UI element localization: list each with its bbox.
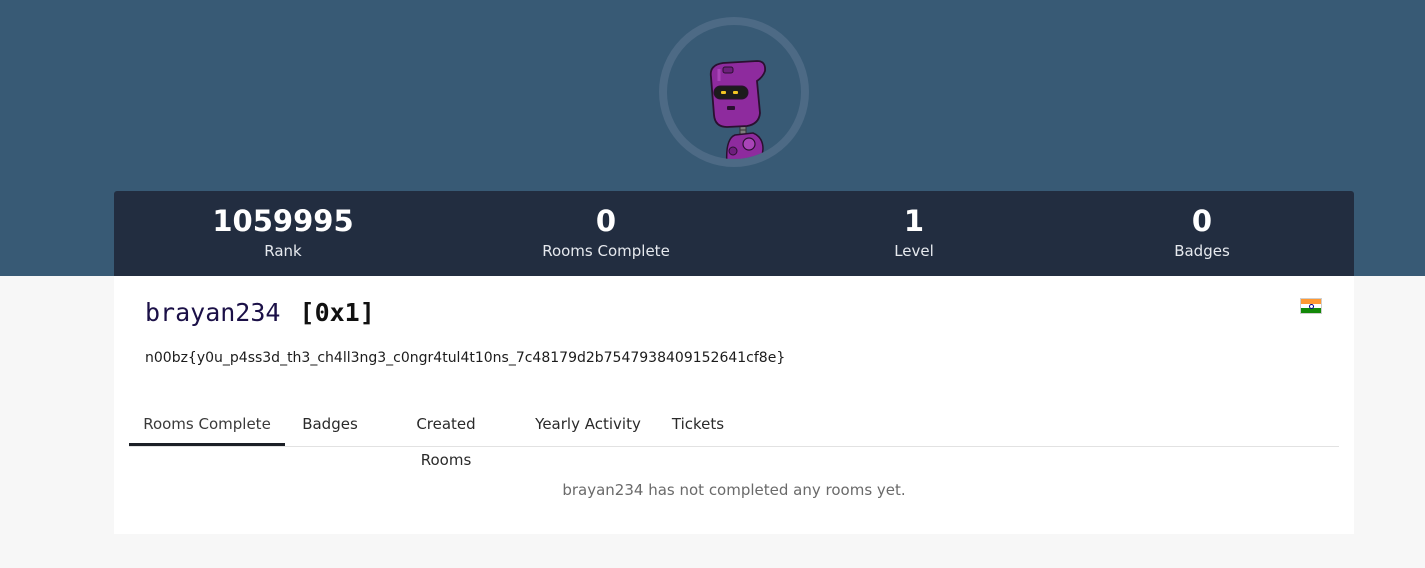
tab-badges[interactable]: Badges — [302, 406, 358, 446]
tab-tickets[interactable]: Tickets — [671, 406, 725, 446]
profile-header-banner: 1059995 Rank 0 Rooms Complete 1 Level 0 … — [0, 0, 1425, 276]
stat-badges-value: 0 — [1191, 204, 1213, 238]
stat-badges: 0 Badges — [1052, 191, 1352, 276]
tab-created-rooms[interactable]: Created Rooms — [389, 406, 503, 469]
stat-rank-value: 1059995 — [212, 204, 354, 238]
india-flag-icon — [1300, 298, 1322, 314]
tab-yearly-activity[interactable]: Yearly Activity — [535, 406, 641, 446]
stat-level-label: Level — [894, 242, 934, 260]
stat-rooms-complete: 0 Rooms Complete — [456, 191, 756, 276]
stat-rank-label: Rank — [264, 242, 302, 260]
tab-rooms-complete[interactable]: Rooms Complete — [129, 406, 285, 446]
username: brayan234 — [145, 298, 281, 327]
stat-rooms-complete-value: 0 — [595, 204, 617, 238]
level-tag: [0x1] — [299, 298, 375, 327]
avatar[interactable] — [659, 17, 809, 167]
stat-rank: 1059995 Rank — [133, 191, 433, 276]
stats-bar: 1059995 Rank 0 Rooms Complete 1 Level 0 … — [114, 191, 1354, 276]
empty-state-message: brayan234 has not completed any rooms ye… — [562, 481, 906, 499]
stat-level-value: 1 — [903, 204, 925, 238]
profile-username-heading: brayan234 [0x1] — [145, 296, 375, 330]
robot-avatar-icon — [709, 60, 766, 159]
stat-rooms-complete-label: Rooms Complete — [542, 242, 670, 260]
profile-tabs: Rooms Complete Badges Created Rooms Year… — [129, 406, 1339, 469]
profile-bio: n00bz{y0u_p4ss3d_th3_ch4ll3ng3_c0ngr4tul… — [145, 350, 786, 366]
stat-badges-label: Badges — [1174, 242, 1230, 260]
stat-level: 1 Level — [764, 191, 1064, 276]
profile-card: brayan234 [0x1] n00bz{y0u_p4ss3d_th3_ch4… — [114, 276, 1354, 534]
